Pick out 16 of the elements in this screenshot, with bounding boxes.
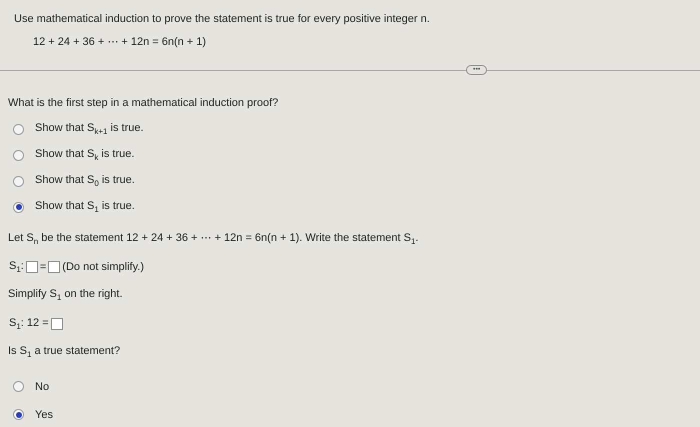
paragraph-text: Simplify S$_{1}$ on the right. xyxy=(8,288,123,303)
option-label: Show that S$_{1}$ is true. xyxy=(35,200,135,214)
paragraph-text: Let S$_{n}$ be the statement 12 + 24 + 36 + ⋯ + 12n = 6n(n + 1). Write the statement S$_{1}$. xyxy=(8,231,418,246)
answer-label: S$_{1}$: 12 = xyxy=(9,316,49,331)
answer-label: (Do not simplify.) xyxy=(62,261,144,274)
option-label: No xyxy=(35,380,50,393)
option-label: Show that S$_{0}$ is true. xyxy=(35,174,135,188)
option-label: Show that S$_{k+1}$ is true. xyxy=(35,122,144,136)
equation: 12 + 24 + 36 + ⋯ + 12n = 6n(n + 1) xyxy=(32,35,208,48)
paragraph-text: Is S$_{1}$ a true statement? xyxy=(8,344,120,359)
question-text: What is the first step in a mathematical induction proof? xyxy=(8,97,280,109)
instruction-text: Use mathematical induction to prove the statement is true for every positive integer n. xyxy=(14,13,431,25)
option-label: Show that S$_{k}$ is true. xyxy=(35,148,134,162)
answer-label: S$_{1}$: xyxy=(9,260,24,274)
option-label: Yes xyxy=(35,408,53,421)
answer-label: = xyxy=(40,261,46,274)
